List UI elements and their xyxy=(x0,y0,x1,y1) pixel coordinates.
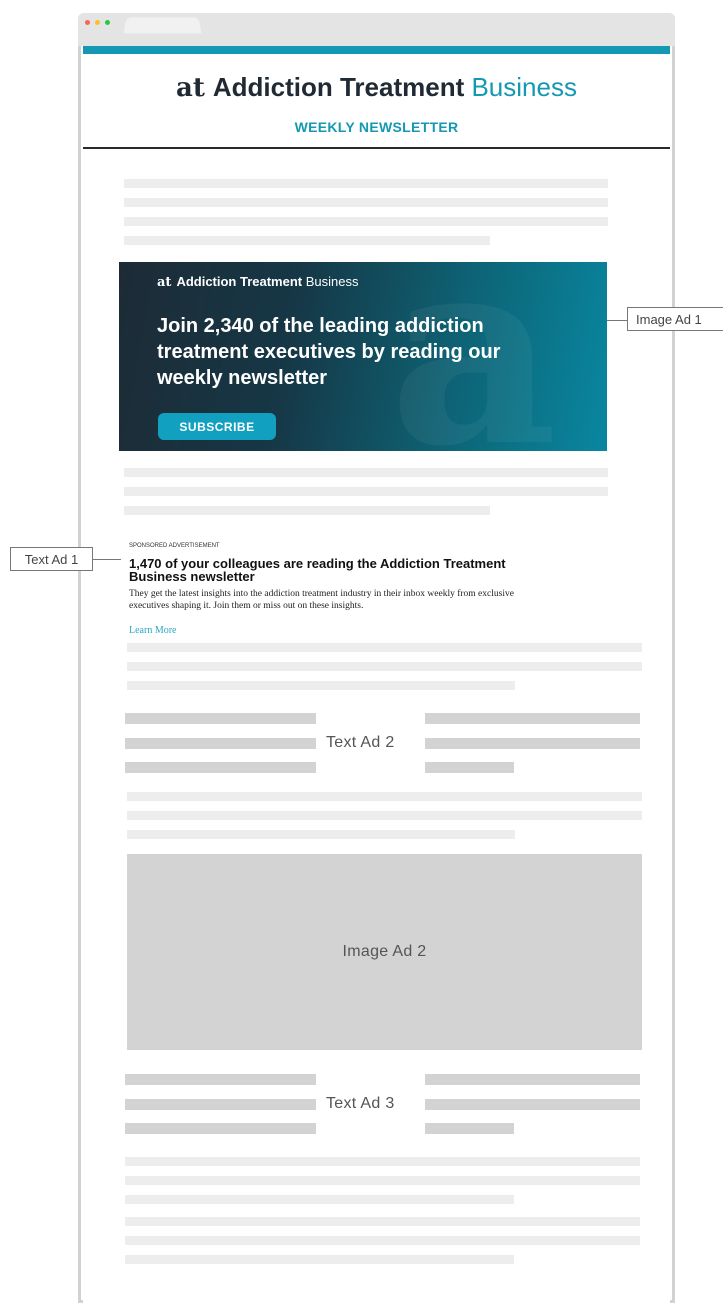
logo-mark-icon: at xyxy=(157,275,172,290)
placeholder-line xyxy=(127,811,642,820)
placeholder-line xyxy=(127,662,642,671)
header-divider xyxy=(83,147,670,149)
placeholder-bar xyxy=(125,1123,316,1134)
browser-chrome xyxy=(78,13,675,46)
placeholder-bar xyxy=(125,738,316,749)
placeholder-line xyxy=(124,179,608,188)
image-ad-1-callout-line xyxy=(607,320,627,321)
learn-more-link[interactable]: Learn More xyxy=(129,625,176,636)
placeholder-line xyxy=(125,1195,514,1204)
maximize-dot[interactable] xyxy=(105,20,110,25)
placeholder-line xyxy=(127,681,515,690)
placeholder-line xyxy=(124,487,608,496)
image-ad-1-callout: Image Ad 1 xyxy=(627,307,723,331)
placeholder-line xyxy=(124,217,608,226)
banner-brand-light: Business xyxy=(305,274,359,289)
text-ad-3-slot: Text Ad 3 xyxy=(326,1095,395,1112)
placeholder-line xyxy=(124,506,490,515)
text-ad-1-headline[interactable]: 1,470 of your colleagues are reading the… xyxy=(129,557,549,583)
placeholder-line xyxy=(124,198,608,207)
image-ad-1-callout-label: Image Ad 1 xyxy=(636,311,702,327)
placeholder-bar xyxy=(425,738,640,749)
placeholder-bar xyxy=(125,1099,316,1110)
newsletter-label: WEEKLY NEWSLETTER xyxy=(294,119,459,135)
placeholder-line xyxy=(125,1255,514,1264)
text-ad-1-callout: Text Ad 1 xyxy=(10,547,93,571)
placeholder-bar xyxy=(425,713,640,724)
text-ad-1-body: They get the latest insights into the ad… xyxy=(129,589,514,611)
banner-brand-bold: Addiction Treatment xyxy=(176,274,303,289)
subscribe-button[interactable]: SUBSCRIBE xyxy=(158,413,276,440)
brand-name-bold: Addiction Treatment xyxy=(212,72,465,102)
placeholder-line xyxy=(125,1157,640,1166)
sponsored-label: SPONSORED ADVERTISEMENT xyxy=(129,543,220,549)
placeholder-line xyxy=(127,830,515,839)
placeholder-bar xyxy=(125,713,316,724)
banner-brand: at Addiction Treatment Business xyxy=(157,274,359,290)
brand-name-light: Business xyxy=(471,72,577,102)
text-ad-2-slot: Text Ad 2 xyxy=(326,734,395,751)
placeholder-line xyxy=(125,1217,640,1226)
placeholder-line xyxy=(127,643,642,652)
newsletter-page: at Addiction Treatment Business WEEKLY NE… xyxy=(83,46,670,1303)
placeholder-bar xyxy=(425,762,514,773)
image-ad-1-banner[interactable]: a at Addiction Treatment Business Join 2,… xyxy=(119,262,607,451)
placeholder-bar xyxy=(425,1123,514,1134)
placeholder-line xyxy=(125,1176,640,1185)
placeholder-line xyxy=(124,468,608,477)
banner-headline: Join 2,340 of the leading addiction trea… xyxy=(157,315,501,389)
text-ad-1-callout-line xyxy=(93,559,121,560)
header-accent-bar xyxy=(83,46,670,54)
placeholder-line xyxy=(127,792,642,801)
placeholder-bar xyxy=(425,1074,640,1085)
browser-tab[interactable] xyxy=(123,17,202,34)
placeholder-bar xyxy=(425,1099,640,1110)
newsletter-logo: at Addiction Treatment Business xyxy=(83,72,670,103)
placeholder-line xyxy=(124,236,490,245)
logo-mark-icon: at xyxy=(176,73,205,103)
browser-window: at Addiction Treatment Business WEEKLY NE… xyxy=(78,13,675,1303)
placeholder-line xyxy=(125,1236,640,1245)
image-ad-2-slot[interactable]: Image Ad 2 xyxy=(127,854,642,1050)
placeholder-bar xyxy=(125,762,316,773)
image-ad-2-label: Image Ad 2 xyxy=(342,943,427,960)
minimize-dot[interactable] xyxy=(95,20,100,25)
text-ad-1-callout-label: Text Ad 1 xyxy=(24,551,79,567)
placeholder-bar xyxy=(125,1074,316,1085)
close-dot[interactable] xyxy=(85,20,90,25)
